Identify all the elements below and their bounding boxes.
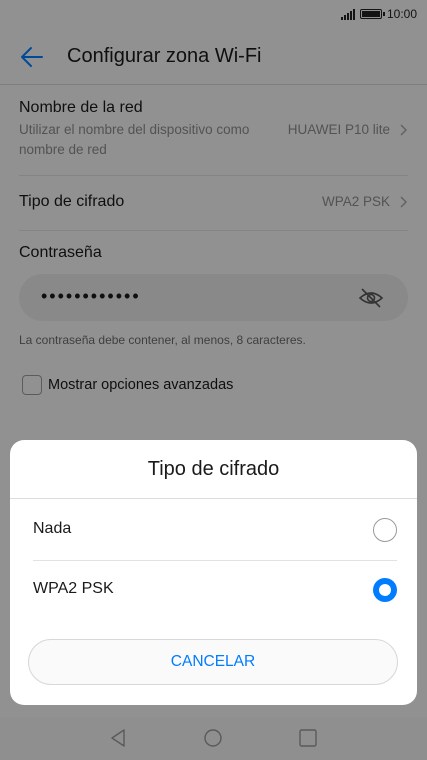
radio-selected[interactable] <box>373 578 397 602</box>
option-label: WPA2 PSK <box>33 580 114 597</box>
divider <box>10 498 417 499</box>
dialog-title: Tipo de cifrado <box>147 458 280 480</box>
settings-screen: 10:00 Configurar zona Wi-Fi Nombre de la… <box>0 0 427 760</box>
option-label: Nada <box>33 520 72 537</box>
navigation-bar <box>0 717 427 760</box>
option-none[interactable]: Nada <box>10 500 417 560</box>
option-wpa2-psk[interactable]: WPA2 PSK <box>10 560 417 620</box>
nav-back-icon[interactable] <box>108 728 128 748</box>
nav-recents-icon[interactable] <box>298 728 318 748</box>
encryption-type-dialog: Tipo de cifrado Nada WPA2 PSK CANCELAR <box>10 440 417 705</box>
cancel-button[interactable]: CANCELAR <box>28 639 398 685</box>
nav-home-icon[interactable] <box>203 728 223 748</box>
radio-unselected[interactable] <box>373 518 397 542</box>
